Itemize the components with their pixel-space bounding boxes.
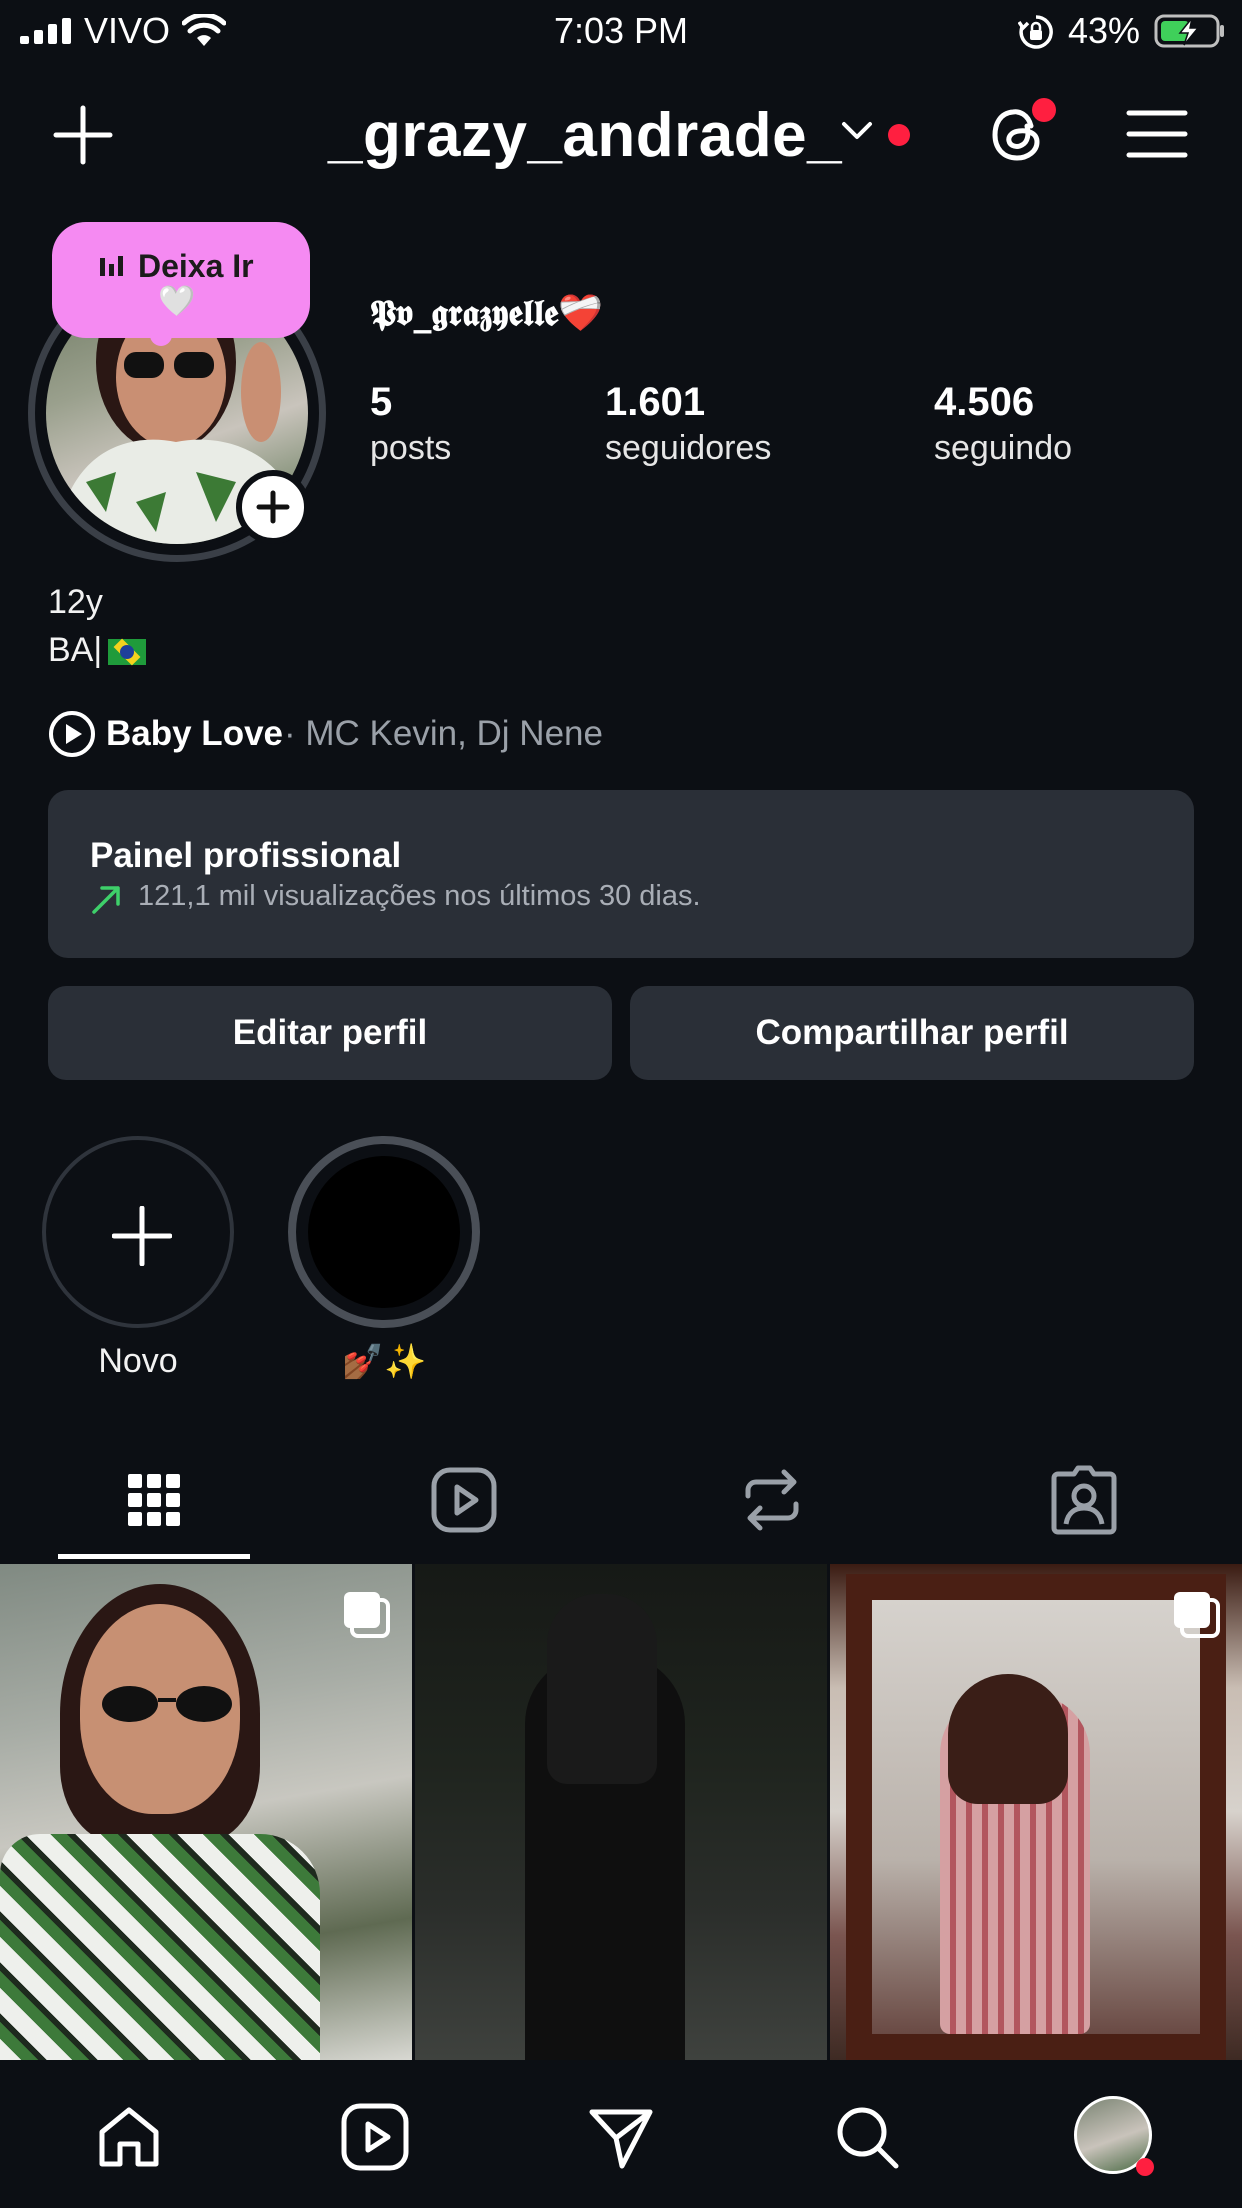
post-grid — [0, 1564, 1242, 2060]
clock: 7:03 PM — [553, 10, 689, 51]
music-title: Baby Love — [106, 714, 283, 753]
highlight-new[interactable]: Novo — [42, 1136, 234, 1381]
plus-icon[interactable] — [52, 104, 114, 166]
bio-line: BA| — [48, 626, 147, 674]
reels-icon[interactable] — [424, 1460, 504, 1540]
stat-posts[interactable]: 5 posts — [370, 380, 451, 468]
note-bubble-tail — [150, 324, 172, 346]
bio-line: 12y — [48, 583, 103, 621]
professional-dashboard[interactable]: Painel profissional 121,1 mil visualizaç… — [48, 790, 1194, 958]
brazil-flag-icon — [108, 639, 147, 666]
photo-shape — [0, 1834, 320, 2060]
post-thumbnail[interactable] — [830, 1564, 1242, 2060]
battery-charging-icon — [1154, 14, 1224, 48]
bio-location: BA| — [48, 631, 103, 669]
battery-percent: 43% — [1068, 10, 1141, 51]
highlight-circle — [288, 1136, 480, 1328]
highlight-label: Novo — [98, 1342, 178, 1380]
photo-shape — [948, 1674, 1068, 1804]
profile-header: _grazy_andrade_ — [0, 90, 1242, 180]
play-circle-icon — [49, 711, 95, 757]
highlight-circle — [42, 1136, 234, 1328]
search-icon[interactable] — [832, 2102, 902, 2172]
orientation-lock-icon — [1018, 15, 1053, 49]
stat-label: posts — [370, 429, 452, 467]
threads-notification-dot — [1032, 98, 1056, 122]
stat-value: 5 — [370, 380, 393, 424]
home-icon[interactable] — [94, 2102, 164, 2172]
edit-profile-button[interactable]: Editar perfil — [48, 986, 612, 1080]
highlight-cover — [308, 1156, 460, 1308]
reposts-icon[interactable] — [732, 1460, 812, 1540]
notification-dot — [888, 124, 910, 146]
note-emoji: 🤍 — [158, 285, 196, 318]
chevron-down-icon[interactable] — [840, 120, 874, 142]
highlight-item[interactable]: 💅🏾✨ — [288, 1136, 480, 1382]
stat-label: seguindo — [934, 429, 1073, 467]
plus-icon — [256, 490, 290, 524]
menu-icon[interactable] — [1126, 108, 1188, 160]
stat-followers[interactable]: 1.601 seguidores — [605, 380, 771, 468]
stat-label: seguidores — [605, 429, 772, 467]
dashboard-title: Painel profissional — [90, 836, 402, 875]
notification-dot — [1136, 2158, 1154, 2176]
post-thumbnail[interactable] — [0, 1564, 412, 2060]
bio: 12y BA| — [48, 578, 147, 674]
tagged-icon[interactable] — [1044, 1460, 1124, 1540]
status-bar: VIVO 7:03 PM 43% — [0, 0, 1242, 62]
carousel-icon — [1174, 1592, 1220, 1638]
stat-following[interactable]: 4.506 seguindo — [934, 380, 1072, 468]
trending-up-icon — [92, 886, 120, 914]
bottom-nav — [0, 2060, 1242, 2208]
reels-icon[interactable] — [340, 2102, 410, 2172]
share-profile-button[interactable]: Compartilhar perfil — [630, 986, 1194, 1080]
note-text: Deixa Ir — [138, 248, 254, 284]
music-artists: · MC Kevin, Dj Nene — [284, 714, 603, 753]
post-thumbnail[interactable] — [415, 1564, 827, 2060]
active-tab-indicator — [58, 1554, 250, 1559]
photo-shape — [547, 1594, 657, 1784]
music-bars-icon — [100, 256, 123, 276]
username[interactable]: _grazy_andrade_ — [328, 100, 842, 171]
dashboard-subtitle: 121,1 mil visualizações nos últimos 30 d… — [138, 880, 701, 912]
stat-value: 1.601 — [605, 380, 706, 424]
photo-shape — [102, 1686, 232, 1722]
grid-icon[interactable] — [114, 1460, 194, 1540]
stat-value: 4.506 — [934, 380, 1035, 424]
carousel-icon — [344, 1592, 390, 1638]
note-bubble[interactable]: Deixa Ir 🤍 — [52, 222, 310, 338]
plus-icon — [112, 1206, 172, 1266]
display-name: 𝕻𝖛_𝖌𝖗𝖆𝖟𝖞𝖊𝖑𝖑𝖊❤️‍🩹 — [370, 292, 604, 334]
profile-tabs — [0, 1440, 1242, 1560]
highlight-label: 💅🏾✨ — [341, 1343, 427, 1381]
direct-icon[interactable] — [586, 2102, 656, 2172]
add-story-button[interactable] — [236, 470, 310, 544]
